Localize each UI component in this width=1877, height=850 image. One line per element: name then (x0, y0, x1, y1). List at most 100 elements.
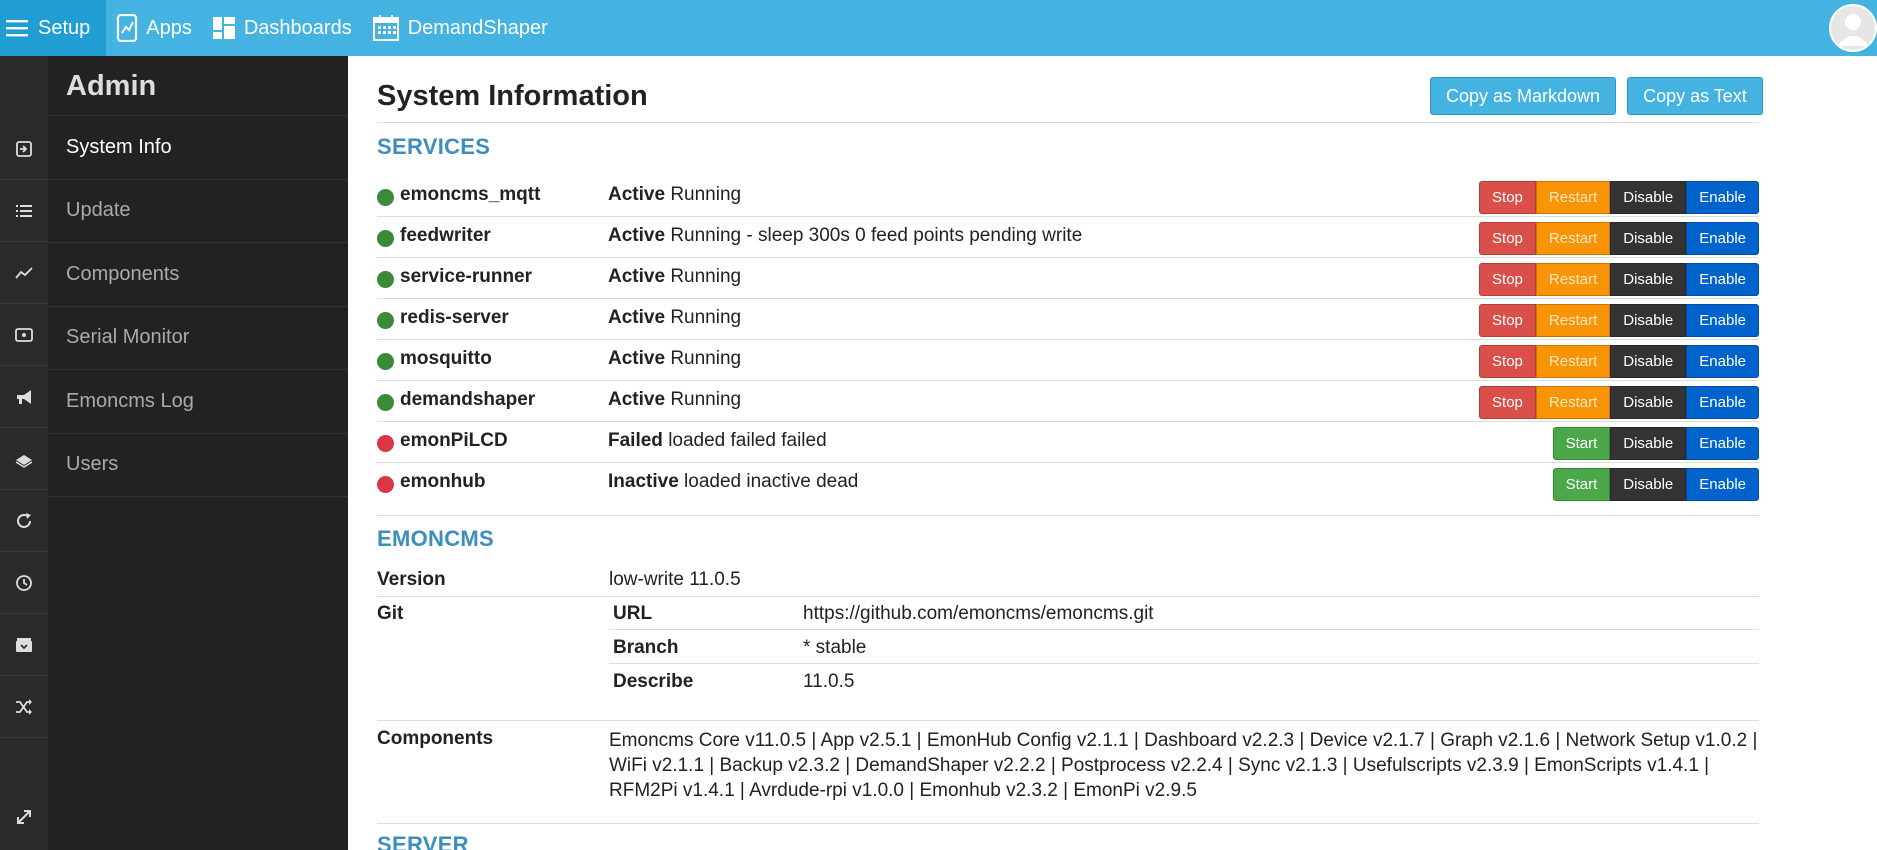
copy-buttons: Copy as Markdown Copy as Text (1430, 77, 1763, 115)
sidebar-item-users[interactable]: Users (48, 434, 348, 497)
restart-button[interactable]: Restart (1535, 304, 1611, 337)
login-icon (16, 140, 32, 157)
service-detail: loaded failed failed (668, 430, 827, 451)
restart-button[interactable]: Restart (1535, 222, 1611, 255)
stop-button[interactable]: Stop (1479, 304, 1536, 337)
nav-dashboards[interactable]: Dashboards (202, 0, 362, 56)
git-key: Describe (613, 671, 694, 692)
services-heading: SERVICES (377, 134, 491, 159)
graph-icon (15, 266, 33, 279)
iconbar-list[interactable] (0, 180, 48, 242)
enable-button[interactable]: Enable (1686, 468, 1759, 501)
sidebar-title: Admin (48, 56, 348, 116)
service-name: service-runner (400, 266, 533, 287)
service-buttons: Stop Restart Disable Enable (1479, 181, 1759, 214)
stop-button[interactable]: Stop (1479, 386, 1536, 419)
service-status: Inactive loaded inactive dead (608, 471, 858, 493)
iconbar-book[interactable] (0, 428, 48, 490)
service-status: Active Running (608, 348, 741, 370)
stop-button[interactable]: Stop (1479, 263, 1536, 296)
copy-as-text-button[interactable]: Copy as Text (1627, 77, 1763, 115)
copy-as-markdown-button[interactable]: Copy as Markdown (1430, 77, 1617, 115)
restart-button[interactable]: Restart (1535, 181, 1611, 214)
expand-icon (17, 810, 31, 824)
disable-button[interactable]: Disable (1610, 304, 1687, 337)
stop-button[interactable]: Stop (1479, 345, 1536, 378)
iconbar-login[interactable] (0, 118, 48, 180)
service-name: emoncms_mqtt (400, 184, 541, 205)
status-dot-icon (377, 476, 394, 493)
git-row: URL https://github.com/emoncms/emoncms.g… (609, 596, 1759, 630)
enable-button[interactable]: Enable (1686, 263, 1759, 296)
sidebar-item-system-info[interactable]: System Info (48, 116, 348, 180)
sidebar-item-emoncms-log[interactable]: Emoncms Log (48, 370, 348, 434)
dashboards-icon (212, 17, 235, 39)
version-value: low-write 11.0.5 (609, 569, 741, 590)
top-navbar: Setup Apps Dashboards DemandShaper (0, 0, 1877, 56)
start-button[interactable]: Start (1552, 468, 1611, 501)
service-detail: Running - sleep 300s 0 feed points pendi… (670, 225, 1083, 246)
hamburger-icon (6, 20, 28, 37)
service-name: demandshaper (400, 389, 536, 410)
restart-button[interactable]: Restart (1535, 386, 1611, 419)
service-status: Active Running (608, 184, 741, 206)
service-status: Active Running (608, 266, 741, 288)
service-state: Active (608, 225, 666, 246)
service-name: emonPiLCD (400, 430, 508, 451)
disable-button[interactable]: Disable (1610, 345, 1687, 378)
apps-icon (117, 14, 138, 42)
user-avatar[interactable] (1829, 4, 1877, 52)
start-button[interactable]: Start (1552, 427, 1611, 460)
server-heading: SERVER (377, 832, 469, 850)
nav-apps-label: Apps (146, 16, 192, 39)
sidebar-item-serial-monitor[interactable]: Serial Monitor (48, 307, 348, 370)
shuffle-icon (16, 698, 32, 715)
iconbar-clock[interactable] (0, 552, 48, 614)
service-buttons: Stop Restart Disable Enable (1479, 263, 1759, 296)
section-divider (377, 515, 1759, 516)
enable-button[interactable]: Enable (1686, 386, 1759, 419)
enable-button[interactable]: Enable (1686, 304, 1759, 337)
iconbar-monitor[interactable] (0, 304, 48, 366)
disable-button[interactable]: Disable (1610, 222, 1687, 255)
git-key: URL (613, 603, 653, 624)
disable-button[interactable]: Disable (1610, 468, 1687, 501)
iconbar-graph[interactable] (0, 242, 48, 304)
enable-button[interactable]: Enable (1686, 427, 1759, 460)
user-icon (1837, 14, 1869, 46)
service-detail: Running (670, 389, 742, 410)
disable-button[interactable]: Disable (1610, 427, 1687, 460)
restart-button[interactable]: Restart (1535, 263, 1611, 296)
service-name: emonhub (400, 471, 486, 492)
service-detail: Running (670, 184, 742, 205)
service-buttons: Stop Restart Disable Enable (1479, 304, 1759, 337)
sidebar-item-update[interactable]: Update (48, 180, 348, 243)
disable-button[interactable]: Disable (1610, 181, 1687, 214)
iconbar-archive[interactable] (0, 614, 48, 676)
iconbar-megaphone[interactable] (0, 366, 48, 428)
status-dot-icon (377, 271, 394, 288)
service-detail: Running (670, 266, 742, 287)
iconbar-expand[interactable] (0, 786, 48, 848)
enable-button[interactable]: Enable (1686, 345, 1759, 378)
enable-button[interactable]: Enable (1686, 222, 1759, 255)
nav-dashboards-label: Dashboards (243, 16, 352, 39)
sidebar-item-components[interactable]: Components (48, 243, 348, 307)
nav-apps[interactable]: Apps (106, 0, 202, 56)
stop-button[interactable]: Stop (1479, 222, 1536, 255)
main-content: System Information Copy as Markdown Copy… (348, 56, 1877, 850)
service-buttons: Start Disable Enable (1552, 427, 1759, 460)
nav-demandshaper[interactable]: DemandShaper (362, 0, 558, 56)
components-label: Components (377, 728, 494, 749)
monitor-icon (15, 327, 33, 342)
disable-button[interactable]: Disable (1610, 386, 1687, 419)
stop-button[interactable]: Stop (1479, 181, 1536, 214)
restart-button[interactable]: Restart (1535, 345, 1611, 378)
iconbar-refresh[interactable] (0, 490, 48, 552)
disable-button[interactable]: Disable (1610, 263, 1687, 296)
iconbar-shuffle[interactable] (0, 676, 48, 738)
calendar-icon (372, 15, 399, 41)
nav-setup[interactable]: Setup (0, 0, 107, 56)
enable-button[interactable]: Enable (1686, 181, 1759, 214)
services-list: emoncms_mqtt Active Running Stop Restart… (377, 176, 1759, 504)
